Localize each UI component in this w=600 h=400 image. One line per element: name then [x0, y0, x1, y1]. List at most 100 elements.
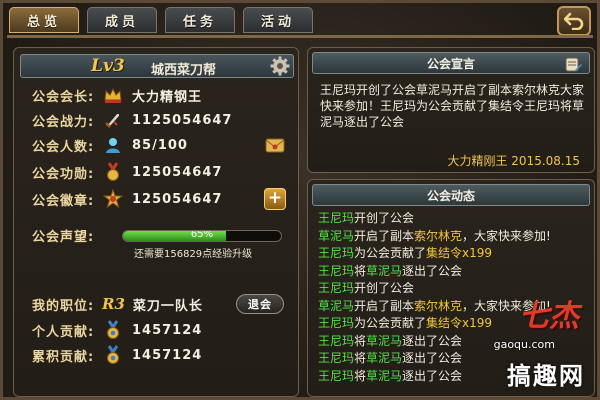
news-list[interactable]: 王尼玛开创了公会 草泥马开启了副本索尔林克，大家快来参加! 王尼玛为公会贡献了集结令…	[318, 210, 588, 385]
personal-value: 1457124	[132, 322, 203, 338]
tab-overview[interactable]: 总览	[9, 7, 79, 33]
merit-row: 公会功勋: 125054647	[32, 161, 222, 183]
declaration-title: 公会宣言	[426, 56, 475, 71]
news-actor: 王尼玛	[318, 246, 355, 260]
contribution-medal-icon	[102, 319, 124, 341]
news-actor: 王尼玛	[318, 351, 355, 365]
news-object: 集结令x199	[426, 316, 493, 330]
prestige-row: 公会声望:	[32, 224, 102, 246]
sword-icon	[102, 109, 124, 131]
news-item: 王尼玛将草泥马逐出了公会	[318, 368, 588, 386]
power-label: 公会战力:	[32, 114, 95, 130]
leader-label: 公会会长:	[32, 89, 95, 105]
tab-events[interactable]: 活动	[243, 7, 313, 33]
tab-bar: 总览 成员 任务 活动	[9, 7, 313, 35]
edit-scroll-icon[interactable]	[563, 54, 583, 74]
news-object: 草泥马	[366, 263, 403, 278]
total-medal-icon	[102, 344, 124, 366]
news-suffix: 逐出了公会	[402, 351, 463, 365]
news-actor: 王尼玛	[318, 368, 355, 383]
members-row: 公会人数: 85/100	[32, 134, 188, 156]
news-item: 王尼玛开创了公会	[318, 280, 588, 298]
envelope-icon	[265, 138, 285, 153]
personal-row: 个人贡献: 1457124	[32, 319, 202, 341]
total-label: 累积贡献:	[32, 349, 95, 365]
declaration-header: 公会宣言	[312, 52, 590, 74]
letter-button[interactable]	[264, 134, 286, 156]
tab-divider	[7, 35, 593, 38]
news-action: 将	[354, 368, 367, 383]
power-row: 公会战力: 1125054647	[32, 109, 232, 131]
plus-icon: +	[267, 188, 283, 208]
news-action: 将	[354, 351, 367, 365]
news-title: 公会动态	[426, 188, 475, 203]
guild-level: Lv3	[91, 56, 125, 76]
news-action: 为公会贡献了	[354, 246, 427, 260]
news-object: 草泥马	[366, 368, 403, 383]
news-actor: 王尼玛	[318, 281, 355, 295]
total-value: 1457124	[132, 347, 203, 363]
news-action: 将	[354, 333, 367, 348]
position-value: 菜刀一队长	[132, 298, 203, 314]
declaration-panel: 公会宣言 王尼玛开创了公会草泥马开启了副本索尔林克大家快来参加！王尼玛为公会贡献…	[307, 47, 595, 173]
guild-news-panel: 公会动态 王尼玛开创了公会 草泥马开启了副本索尔林克，大家快来参加! 王尼玛为公会贡…	[307, 179, 595, 397]
news-item: 王尼玛将草泥马逐出了公会	[318, 350, 588, 368]
tab-tasks[interactable]: 任务	[165, 7, 235, 33]
guild-window: 总览 成员 任务 活动 Lv3 城西菜刀帮 公会会长: 大力精钢王 公会战力: …	[0, 0, 600, 400]
position-label: 我的职位:	[32, 298, 95, 314]
news-header: 公会动态	[312, 184, 590, 206]
news-actor: 王尼玛	[318, 263, 355, 278]
news-suffix: ，大家快来参加!	[462, 298, 551, 313]
news-item: 王尼玛开创了公会	[318, 210, 588, 228]
person-icon	[102, 134, 124, 156]
news-suffix: 逐出了公会	[402, 368, 463, 383]
gear-icon[interactable]	[270, 56, 290, 76]
news-action: 将	[354, 263, 367, 278]
news-object: 索尔林克	[414, 298, 463, 313]
declaration-text: 王尼玛开创了公会草泥马开启了副本索尔林克大家快来参加！王尼玛为公会贡献了集结令王…	[320, 83, 585, 129]
news-item: 草泥马开启了副本索尔林克，大家快来参加!	[318, 298, 588, 316]
rank-badge: R3	[102, 295, 125, 313]
news-action: 开创了公会	[354, 281, 415, 295]
guild-header: Lv3 城西菜刀帮	[20, 54, 294, 78]
badge-row: 公会徽章: 125054647	[32, 188, 222, 210]
news-object: 草泥马	[366, 333, 403, 348]
quit-guild-button[interactable]: 退会	[236, 294, 284, 314]
news-action: 开创了公会	[354, 211, 415, 225]
members-value: 85/100	[132, 137, 188, 153]
personal-label: 个人贡献:	[32, 324, 95, 340]
news-item: 王尼玛将草泥马逐出了公会	[318, 333, 588, 351]
news-actor: 王尼玛	[318, 316, 355, 330]
news-action: 开启了副本	[354, 228, 415, 243]
news-item: 王尼玛将草泥马逐出了公会	[318, 263, 588, 281]
news-suffix: 逐出了公会	[402, 263, 463, 278]
crown-icon	[102, 84, 124, 106]
news-item: 草泥马开启了副本索尔林克，大家快来参加!	[318, 228, 588, 246]
back-arrow-icon	[564, 12, 584, 30]
news-suffix: ，大家快来参加!	[462, 228, 551, 243]
merit-label: 公会功勋:	[32, 166, 95, 182]
badge-value: 125054647	[132, 191, 223, 207]
guild-info-panel: Lv3 城西菜刀帮 公会会长: 大力精钢王 公会战力: 1125054647 公…	[13, 47, 299, 397]
add-badge-button[interactable]: +	[264, 188, 286, 210]
badge-label: 公会徽章:	[32, 193, 95, 209]
back-button[interactable]	[557, 6, 591, 36]
news-action: 为公会贡献了	[354, 316, 427, 330]
exp-note: 还需要156829点经验升级	[134, 249, 253, 260]
power-value: 1125054647	[132, 112, 233, 128]
progress-percent: 65%	[190, 230, 214, 240]
news-suffix: 逐出了公会	[402, 333, 463, 348]
news-actor: 王尼玛	[318, 211, 355, 225]
medal-icon	[102, 161, 124, 183]
merit-value: 125054647	[132, 164, 223, 180]
tab-members[interactable]: 成员	[87, 7, 157, 33]
declaration-signature: 大力精刚王 2015.08.15	[447, 154, 580, 168]
news-actor: 草泥马	[318, 298, 355, 313]
news-object: 草泥马	[366, 351, 403, 365]
guild-name: 城西菜刀帮	[151, 63, 217, 78]
prestige-label: 公会声望:	[32, 229, 95, 245]
news-action: 开启了副本	[354, 298, 415, 313]
news-item: 王尼玛为公会贡献了集结令x199	[318, 315, 588, 333]
news-object: 集结令x199	[426, 246, 493, 260]
leader-row: 公会会长: 大力精钢王	[32, 84, 202, 106]
